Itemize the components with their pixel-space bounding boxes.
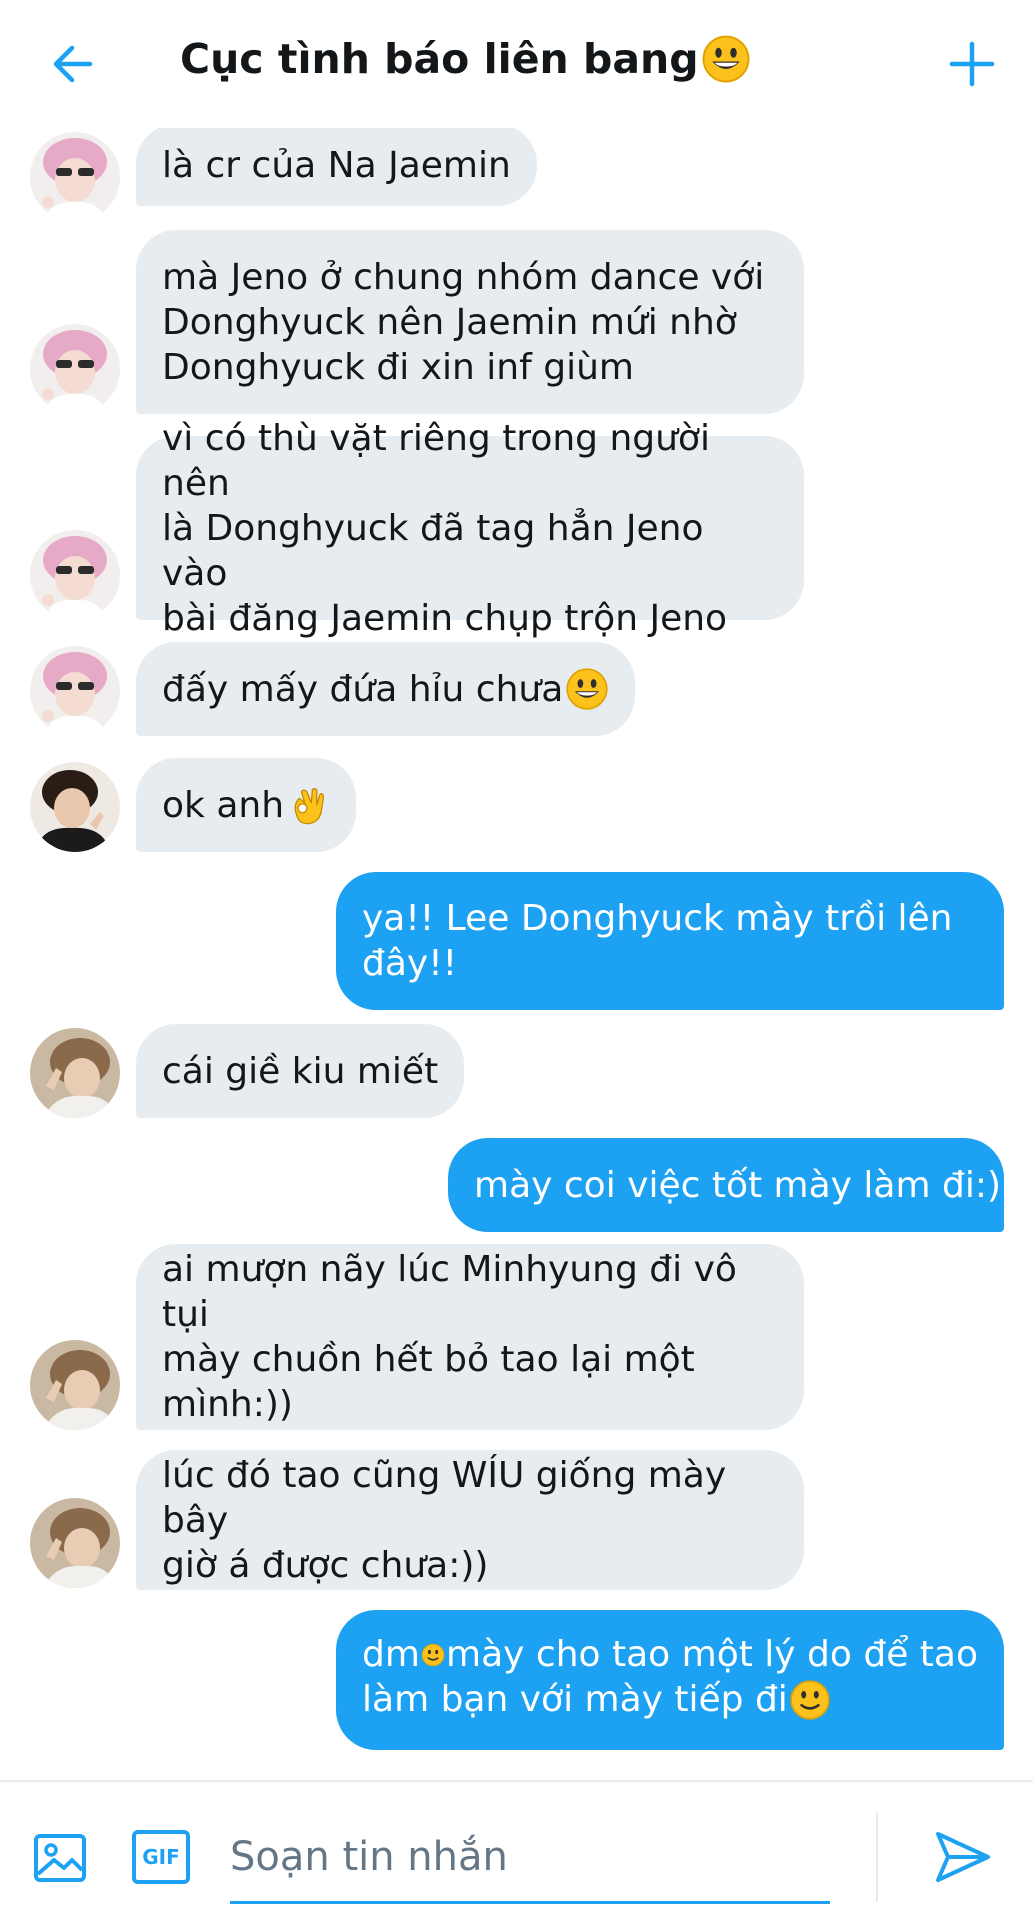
- avatar-brown-hair-image: [30, 1028, 120, 1118]
- conversation-title-text: Cục tình báo liên bang: [180, 35, 699, 83]
- message-bubble-outgoing[interactable]: mày coi việc tốt mày làm đi:)): [448, 1138, 1015, 1232]
- message-text: mày coi việc tốt mày làm đi:)): [474, 1164, 1016, 1206]
- message-text: ya!! Lee Donghyuck mày trồi lên đây!!: [362, 898, 953, 984]
- message-line: dm mày cho tao một lý do để tao: [362, 1632, 978, 1677]
- avatar-pink-hair-image: [30, 324, 120, 414]
- message-line: làm bạn với mày tiếp đi: [362, 1677, 978, 1722]
- message-bubble-outgoing[interactable]: dm mày cho tao một lý do để tao làm bạn …: [336, 1610, 1004, 1750]
- message-text: vì có thù vặt riêng trong người nên là D…: [162, 417, 728, 639]
- message-text: mà Jeno ở chung nhóm dance với Donghyuck…: [162, 256, 765, 388]
- message-text: đấy mấy đứa hỉu chưa: [162, 668, 564, 710]
- avatar[interactable]: [30, 762, 120, 852]
- avatar-pink-hair-image: [30, 132, 120, 222]
- message-text: làm bạn với mày tiếp đi: [362, 1679, 788, 1720]
- message-bubble-incoming[interactable]: ok anh: [136, 758, 357, 852]
- avatar[interactable]: [30, 1340, 120, 1430]
- avatar[interactable]: [30, 1028, 120, 1118]
- divider: [876, 1812, 878, 1902]
- arrow-left-icon: [53, 45, 93, 83]
- send-icon: [936, 1832, 990, 1882]
- message-input[interactable]: [230, 1812, 830, 1904]
- add-image-button[interactable]: [32, 1830, 88, 1886]
- ok-hand-icon: [286, 783, 330, 827]
- message-bubble-incoming[interactable]: là cr của Na Jaemin: [136, 128, 537, 206]
- message-text: ok anh: [162, 784, 285, 826]
- avatar-brown-hair-image: [30, 1340, 120, 1430]
- back-button[interactable]: [40, 36, 104, 92]
- avatar-pink-hair-image: [30, 530, 120, 620]
- conversation-title: Cục tình báo liên bang: [180, 34, 751, 84]
- message-bubble-incoming[interactable]: lúc đó tao cũng WÍU giống mày bây giờ á …: [136, 1450, 804, 1590]
- message-bubble-incoming[interactable]: đấy mấy đứa hỉu chưa: [136, 642, 636, 736]
- message-thread[interactable]: là cr của Na Jaemin mà Jeno ở chung nhóm…: [0, 128, 1033, 1778]
- message-composer: GIF: [0, 1780, 1033, 1920]
- message-text: mày cho tao một lý do để tao: [446, 1634, 978, 1675]
- message-text: cái giề kiu miết: [162, 1050, 439, 1092]
- conversation-header: Cục tình báo liên bang: [0, 0, 1033, 128]
- gif-button[interactable]: GIF: [132, 1830, 190, 1884]
- add-button[interactable]: [940, 34, 1004, 94]
- message-text: dm: [362, 1634, 420, 1675]
- plus-icon: [949, 41, 995, 87]
- message-bubble-outgoing[interactable]: ya!! Lee Donghyuck mày trồi lên đây!!: [336, 872, 1004, 1010]
- image-icon: [34, 1834, 86, 1882]
- avatar[interactable]: [30, 132, 120, 222]
- slightly-smiling-face-icon: [421, 1634, 445, 1676]
- message-text: là cr của Na Jaemin: [162, 144, 511, 186]
- avatar[interactable]: [30, 324, 120, 414]
- message-text: lúc đó tao cũng WÍU giống mày bây giờ á …: [162, 1454, 727, 1586]
- slightly-smiling-face-icon: [789, 1679, 831, 1721]
- avatar[interactable]: [30, 646, 120, 736]
- grinning-face-icon: [565, 667, 609, 711]
- gif-label: GIF: [142, 1845, 180, 1869]
- avatar-brown-hair-image: [30, 1498, 120, 1588]
- avatar-pink-hair-image: [30, 646, 120, 736]
- message-bubble-incoming[interactable]: cái giề kiu miết: [136, 1024, 465, 1118]
- avatar[interactable]: [30, 1498, 120, 1588]
- grinning-face-icon: [701, 34, 751, 84]
- avatar-dark-hair-image: [30, 762, 120, 852]
- message-text: ai mượn nãy lúc Minhyung đi vô tụi mày c…: [162, 1249, 737, 1425]
- message-bubble-incoming[interactable]: ai mượn nãy lúc Minhyung đi vô tụi mày c…: [136, 1244, 804, 1430]
- send-button[interactable]: [930, 1824, 996, 1890]
- avatar[interactable]: [30, 530, 120, 620]
- message-bubble-incoming[interactable]: vì có thù vặt riêng trong người nên là D…: [136, 418, 804, 639]
- message-bubble-incoming[interactable]: mà Jeno ở chung nhóm dance với Donghyuck…: [136, 230, 804, 414]
